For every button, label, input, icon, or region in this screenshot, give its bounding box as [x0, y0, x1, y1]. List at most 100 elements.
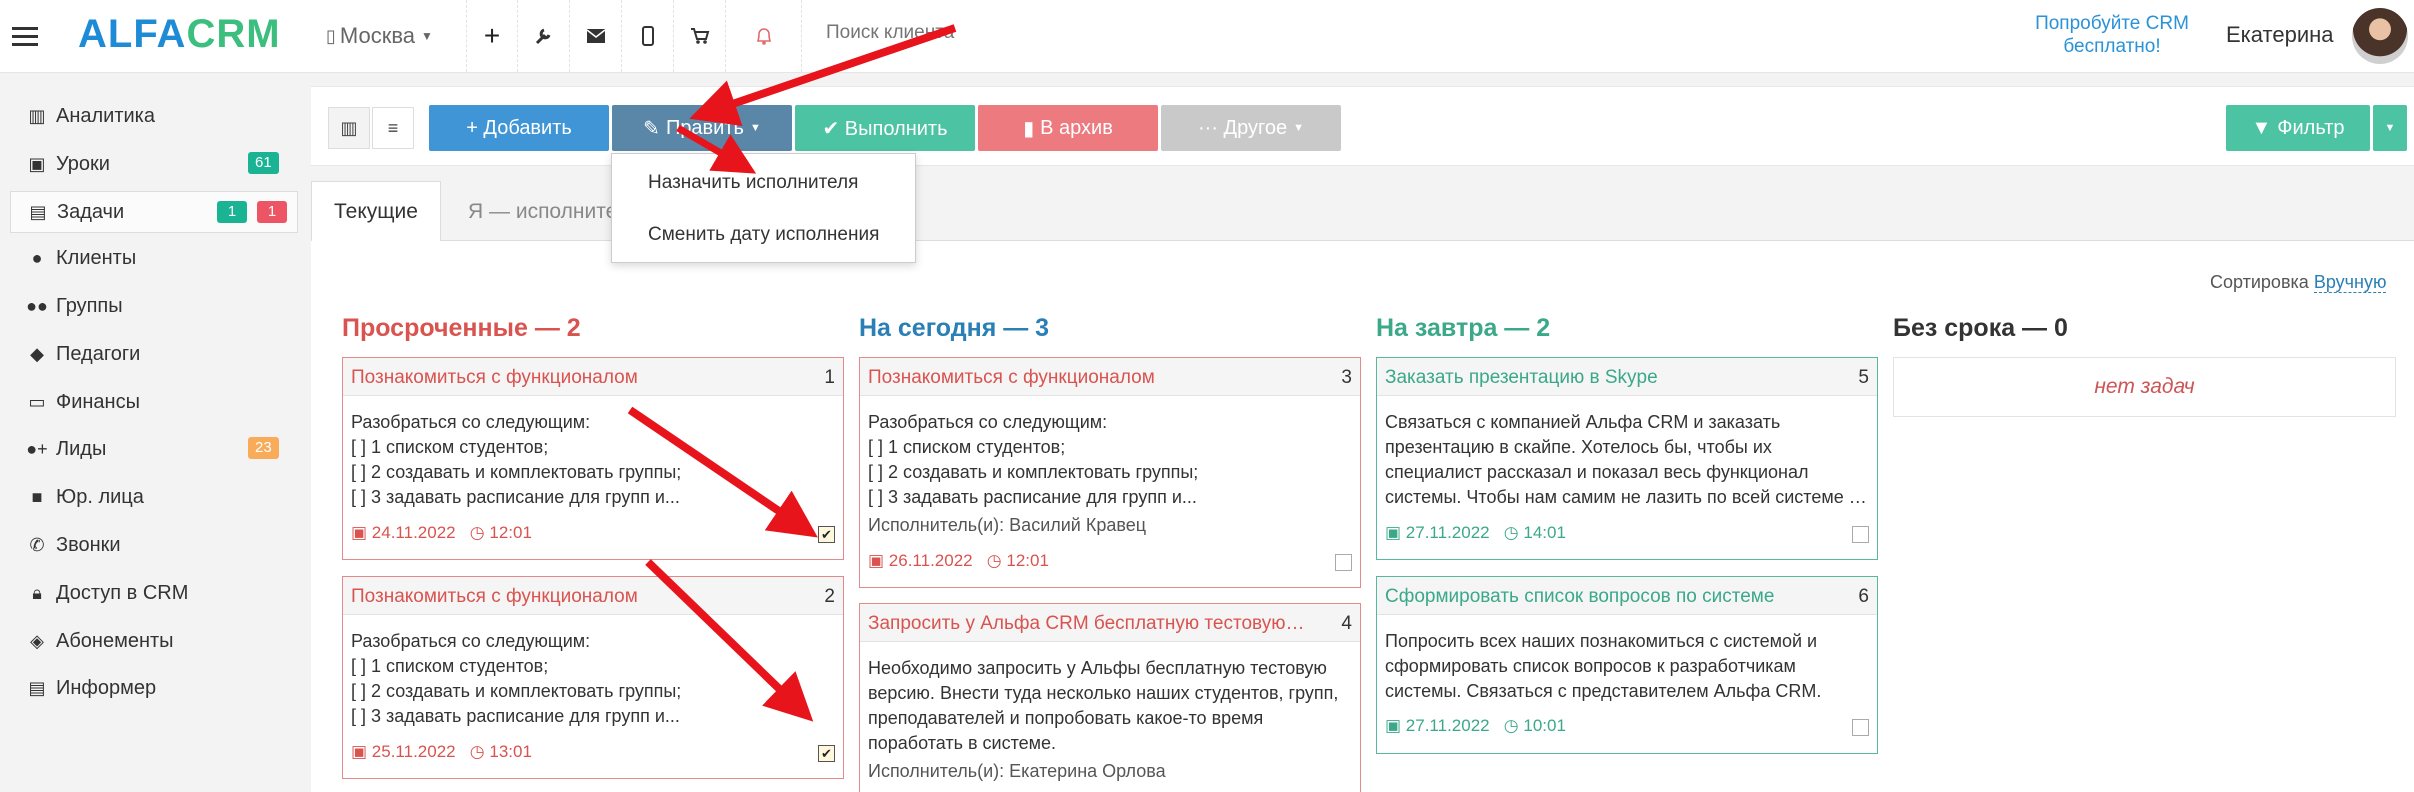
task-title[interactable]: Познакомиться с функционалом — [868, 367, 1308, 389]
sort-value-link[interactable]: Вручную — [2313, 272, 2387, 293]
user-name[interactable]: Екатерина — [2226, 22, 2334, 48]
add-button[interactable]: + Добавить — [429, 105, 609, 151]
task-checkbox[interactable]: ✔ — [818, 745, 835, 762]
task-title[interactable]: Запросить у Альфа CRM бесплатную тестову… — [868, 613, 1308, 635]
task-card-5[interactable]: Заказать презентацию в Skype 5 Связаться… — [1376, 357, 1878, 560]
sidebar-item-lessons[interactable]: ▣ Уроки 61 — [10, 143, 298, 185]
task-card-6[interactable]: Сформировать список вопросов по системе … — [1376, 576, 1878, 754]
desc-line: специалист рассказал и показал весь функ… — [1385, 462, 1809, 482]
book-icon: ▥ — [28, 105, 46, 126]
task-date: 27.11.2022 — [1405, 716, 1490, 735]
task-card-2[interactable]: Познакомиться с функционалом 2 Разобрать… — [342, 576, 844, 779]
task-number: 6 — [1858, 586, 1869, 607]
task-checkbox[interactable] — [1852, 719, 1869, 736]
task-checkbox[interactable]: ✔ — [818, 526, 835, 543]
edit-dropdown-menu: Назначить исполнителя Сменить дату испол… — [611, 153, 916, 263]
wrench-icon[interactable] — [518, 0, 570, 72]
edit-button[interactable]: ✎ Править ▼ — [612, 105, 792, 151]
desc-line: презентацию в скайпе. Хотелось бы, чтобы… — [1385, 437, 1772, 457]
complete-button[interactable]: ✔ Выполнить — [795, 105, 975, 151]
edit-label: Править — [665, 116, 744, 139]
sidebar-item-legal-entities[interactable]: ■ Юр. лица — [10, 476, 298, 518]
cart-icon[interactable] — [674, 0, 726, 72]
list-view-button[interactable]: ≡ — [372, 107, 414, 149]
task-date: 26.11.2022 — [888, 551, 973, 570]
sidebar-item-label: Задачи — [57, 200, 125, 223]
filter-button[interactable]: ▼ Фильтр — [2226, 105, 2370, 151]
top-bar: ALFACRM ▯ Москва ▼ + Попробуйте CRM бесп… — [0, 0, 2414, 73]
briefcase-icon: ■ — [31, 486, 43, 507]
sidebar-item-crm-access[interactable]: 🔒︎ Доступ в CRM — [10, 572, 298, 614]
caret-down-icon: ▼ — [2384, 122, 2396, 134]
task-time: 12:01 — [1006, 551, 1049, 570]
task-executor: Исполнитель(и): Василий Кравец — [868, 515, 1147, 535]
filter-label: Фильтр — [2277, 116, 2345, 139]
calendar-icon: ▣ — [1385, 716, 1406, 735]
task-checkbox[interactable] — [1335, 554, 1352, 571]
desc-line: Разобраться со следующим: — [868, 412, 1108, 432]
task-title[interactable]: Заказать презентацию в Skype — [1385, 367, 1825, 389]
mobile-icon[interactable] — [622, 0, 674, 72]
desc-line: [ ] 3 задавать расписание для групп и... — [351, 706, 680, 726]
task-number: 3 — [1341, 367, 1352, 388]
sidebar-item-clients[interactable]: ● Клиенты — [10, 237, 298, 279]
bell-icon[interactable] — [726, 0, 802, 72]
menu-item-assign[interactable]: Назначить исполнителя — [648, 172, 858, 194]
filter-dropdown-button[interactable]: ▼ — [2373, 105, 2407, 151]
sidebar-item-teachers[interactable]: ◆ Педагоги — [10, 333, 298, 375]
task-number: 1 — [824, 367, 835, 388]
kanban-view-button[interactable]: ▥ — [328, 107, 370, 149]
client-search-input[interactable] — [826, 22, 1026, 44]
sidebar: ▥ Аналитика ▣ Уроки 61 ▤ Задачи 1 1 ● Клиенты ●… — [0, 73, 308, 792]
sidebar-item-leads[interactable]: ●+ Лиды 23 — [10, 428, 298, 470]
column-title-overdue: Просроченные — 2 — [342, 314, 581, 342]
sidebar-item-tasks[interactable]: ▤ Задачи 1 1 — [10, 191, 298, 233]
task-time: 12:01 — [489, 523, 532, 542]
task-description: Разобраться со следующим: [ ] 1 списком … — [868, 410, 1352, 510]
task-card-1[interactable]: Познакомиться с функционалом 1 Разобрать… — [342, 357, 844, 560]
try-free-link[interactable]: Попробуйте CRM бесплатно! — [2032, 12, 2192, 58]
pencil-icon: ✎ — [643, 117, 660, 140]
desc-line: [ ] 3 задавать расписание для групп и... — [351, 487, 680, 507]
task-date: 24.11.2022 — [371, 523, 456, 542]
city-label: Москва — [339, 23, 416, 48]
task-number: 2 — [824, 586, 835, 607]
task-card-3[interactable]: Познакомиться с функционалом 3 Разобрать… — [859, 357, 1361, 588]
sidebar-item-informer[interactable]: ▤ Информер — [10, 667, 298, 709]
add-icon[interactable]: + — [466, 0, 518, 72]
sidebar-item-calls[interactable]: ✆ Звонки — [10, 524, 298, 566]
sidebar-item-finance[interactable]: ▭ Финансы — [10, 381, 298, 423]
sidebar-item-groups[interactable]: ●● Группы — [10, 285, 298, 327]
other-button[interactable]: ··· Другое ▼ — [1161, 105, 1341, 151]
menu-icon[interactable] — [0, 0, 50, 72]
desc-line: [ ] 1 списком студентов; — [351, 656, 549, 676]
sidebar-item-label: Лиды — [56, 437, 107, 460]
logo[interactable]: ALFACRM — [78, 12, 281, 57]
avatar[interactable] — [2352, 8, 2408, 64]
city-selector[interactable]: ▯ Москва ▼ — [326, 0, 433, 72]
task-title[interactable]: Познакомиться с функционалом — [351, 586, 791, 608]
archive-button[interactable]: ▮ В архив — [978, 105, 1158, 151]
mail-icon[interactable] — [570, 0, 622, 72]
task-card-4[interactable]: Запросить у Альфа CRM бесплатную тестову… — [859, 603, 1361, 792]
desc-line: [ ] 2 создавать и комплектовать группы; — [868, 462, 1199, 482]
sidebar-item-subscriptions[interactable]: ◈ Абонементы — [10, 620, 298, 662]
menu-item-change-date[interactable]: Сменить дату исполнения — [648, 224, 879, 246]
task-title[interactable]: Сформировать список вопросов по системе — [1385, 586, 1825, 608]
sidebar-item-analytics[interactable]: ▥ Аналитика — [10, 95, 298, 137]
task-description: Необходимо запросить у Альфы бесплатную … — [868, 656, 1352, 756]
task-title[interactable]: Познакомиться с функционалом — [351, 367, 791, 389]
tag-icon: ◈ — [30, 630, 44, 651]
task-description: Попросить всех наших познакомиться с сис… — [1385, 629, 1869, 704]
task-date: 27.11.2022 — [1405, 523, 1490, 542]
sidebar-item-label: Абонементы — [56, 629, 174, 652]
logo-part-2: CRM — [186, 12, 281, 56]
task-checkbox[interactable] — [1852, 526, 1869, 543]
no-tasks-placeholder: нет задач — [1893, 357, 2396, 417]
task-description: Связаться с компанией Альфа CRM и заказа… — [1385, 410, 1869, 510]
caret-down-icon: ▼ — [1293, 122, 1304, 134]
leads-count-badge: 23 — [248, 437, 279, 459]
sidebar-item-label: Юр. лица — [56, 485, 144, 508]
tab-current[interactable]: Текущие — [311, 181, 441, 242]
sidebar-item-label: Информер — [56, 676, 157, 699]
